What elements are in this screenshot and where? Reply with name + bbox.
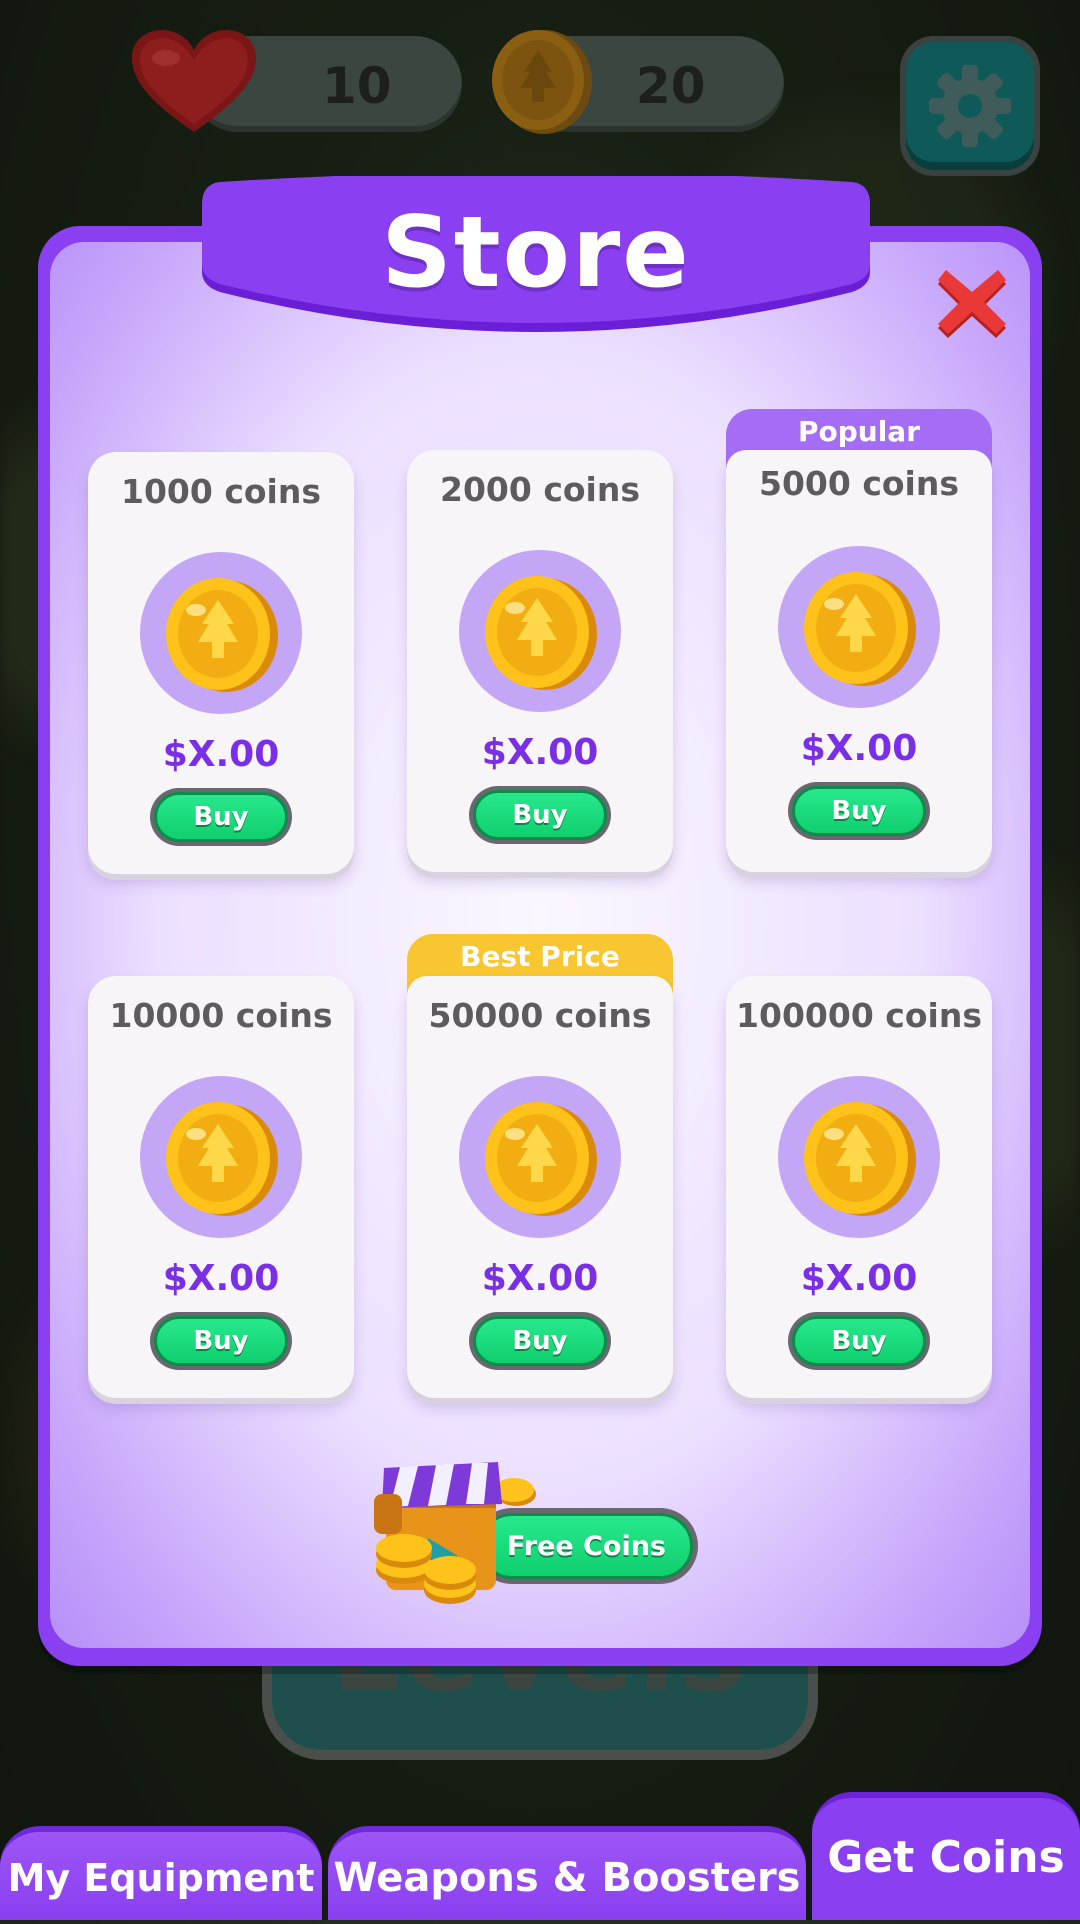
settings-button[interactable]	[900, 36, 1040, 176]
store-title: Store	[381, 196, 691, 310]
coin-badge	[778, 546, 940, 708]
buy-button[interactable]: Buy	[150, 788, 292, 846]
coin-pack-card: 100000 coins $X.00 Buy	[726, 976, 992, 1398]
coin-badge	[778, 1076, 940, 1238]
coin-badge	[459, 550, 621, 712]
coin-badge	[459, 1076, 621, 1238]
buy-button[interactable]: Buy	[469, 786, 611, 844]
buy-button-label: Buy	[154, 792, 288, 842]
coin-badge	[140, 1076, 302, 1238]
pack-price: $X.00	[481, 732, 599, 773]
coin-icon	[485, 576, 597, 690]
coin-pack-card: 1000 coins $X.00 Buy	[88, 452, 354, 874]
buy-button-label: Buy	[792, 1316, 926, 1366]
buy-button[interactable]: Buy	[150, 1312, 292, 1370]
coin-icon	[166, 1102, 278, 1216]
pack-title: 2000 coins	[439, 470, 640, 509]
coin-pack-card: 2000 coins $X.00 Buy	[407, 450, 673, 872]
coins-value: 20	[636, 57, 706, 115]
pack-title: 5000 coins	[758, 464, 959, 503]
coin-icon	[804, 572, 916, 686]
pack-price: $X.00	[162, 1258, 280, 1299]
pack-price: $X.00	[800, 728, 918, 769]
video-chest-icon	[374, 1462, 536, 1604]
coin-icon	[166, 578, 278, 692]
tab-weapons-boosters[interactable]: Weapons & Boosters	[328, 1826, 806, 1920]
pack-title: 100000 coins	[736, 996, 982, 1035]
coin-pack-card: 5000 coins $X.00 Buy	[726, 450, 992, 872]
close-icon[interactable]	[936, 270, 1008, 342]
pack-title: 10000 coins	[109, 996, 333, 1035]
coin-icon	[804, 1102, 916, 1216]
pack-title: 1000 coins	[120, 472, 321, 511]
pack-price: $X.00	[162, 734, 280, 775]
coin-icon	[492, 30, 592, 134]
pack-price: $X.00	[481, 1258, 599, 1299]
buy-button-label: Buy	[154, 1316, 288, 1366]
buy-button-label: Buy	[473, 1316, 607, 1366]
pack-price: $X.00	[800, 1258, 918, 1299]
buy-button[interactable]: Buy	[788, 1312, 930, 1370]
buy-button-label: Buy	[792, 786, 926, 836]
tab-get-coins[interactable]: Get Coins	[812, 1792, 1080, 1920]
buy-button[interactable]: Buy	[469, 1312, 611, 1370]
gear-icon	[929, 65, 1011, 147]
pack-title: 50000 coins	[428, 996, 652, 1035]
coin-pack-card: 10000 coins $X.00 Buy	[88, 976, 354, 1398]
lives-value: 10	[322, 57, 392, 115]
buy-button[interactable]: Buy	[788, 782, 930, 840]
coin-pack-card: 50000 coins $X.00 Buy	[407, 976, 673, 1398]
tab-my-equipment[interactable]: My Equipment	[0, 1826, 322, 1920]
coin-icon	[485, 1102, 597, 1216]
coin-badge	[140, 552, 302, 714]
heart-icon	[132, 30, 256, 132]
buy-button-label: Buy	[473, 790, 607, 840]
